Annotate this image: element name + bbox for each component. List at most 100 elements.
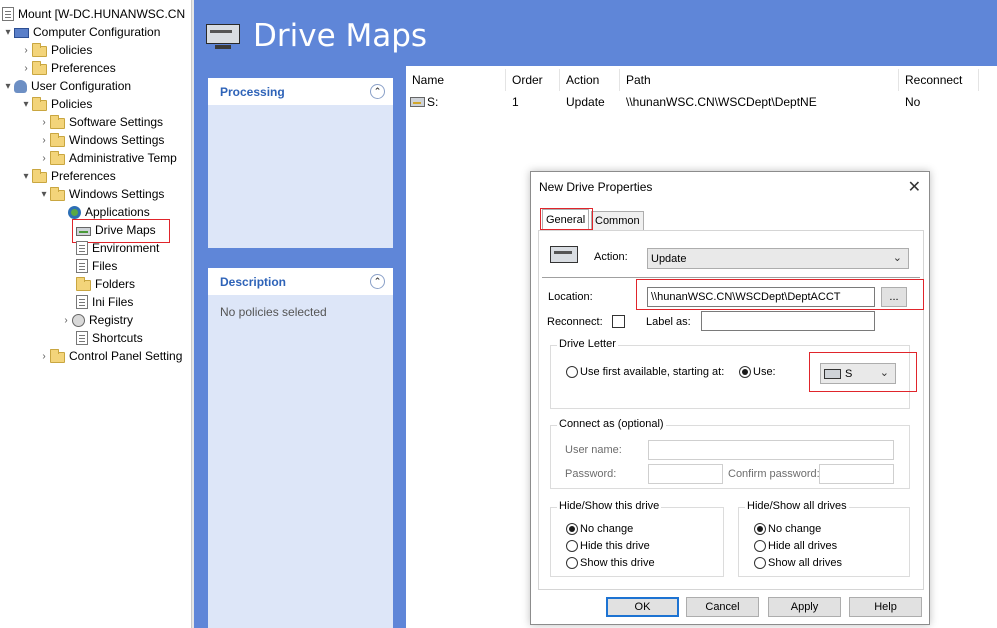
column-header-action[interactable]: Action	[560, 69, 620, 91]
hide-all-drives-radio[interactable]	[754, 540, 766, 552]
tree-item-cc-preferences[interactable]: › Preferences	[20, 59, 116, 77]
confirm-password-label: Confirm password:	[728, 468, 820, 480]
row-action: Update	[566, 95, 605, 109]
drive-icon	[410, 97, 425, 107]
description-panel: Description ⌃ No policies selected	[208, 268, 393, 628]
row-name-cell: S:	[410, 93, 438, 111]
tree-item-administrative-templates[interactable]: › Administrative Temp	[38, 149, 177, 167]
collapsed-arrow-icon[interactable]: ›	[60, 311, 72, 329]
expand-arrow-icon[interactable]: ▾	[20, 167, 32, 185]
hide-show-drive-group: Hide/Show this drive No change Hide this…	[550, 500, 724, 577]
ini-file-icon	[76, 295, 88, 309]
collapsed-arrow-icon[interactable]: ›	[38, 131, 50, 149]
hide-this-drive-radio[interactable]	[566, 540, 578, 552]
page-title: Drive Maps	[253, 18, 428, 54]
tree-item-label: Environment	[92, 241, 160, 255]
action-select[interactable]: Update ⌄	[647, 248, 909, 269]
hide-show-all-no-change-radio[interactable]	[754, 523, 766, 535]
tree-item-windows-settings[interactable]: › Windows Settings	[38, 131, 164, 149]
show-all-drives-radio[interactable]	[754, 557, 766, 569]
control-panel-icon	[50, 348, 65, 363]
tree-item-computer-configuration[interactable]: ▾ Computer Configuration	[2, 23, 160, 41]
description-header[interactable]: Description ⌃	[208, 268, 393, 295]
environment-icon	[76, 241, 88, 255]
folder-icon	[50, 150, 65, 165]
processing-header[interactable]: Processing ⌃	[208, 78, 393, 105]
collapsed-arrow-icon[interactable]: ›	[38, 149, 50, 167]
tree-item-label: Shortcuts	[92, 331, 143, 345]
drive-letter-title: Drive Letter	[557, 338, 618, 350]
tree-item-registry[interactable]: › Registry	[60, 311, 133, 329]
processing-panel: Processing ⌃	[208, 78, 393, 248]
tree-item-label: Policies	[51, 43, 93, 57]
hide-show-all-option: Hide all drives	[768, 540, 838, 552]
collapse-up-icon[interactable]: ⌃	[370, 274, 385, 289]
hide-show-all-group: Hide/Show all drives No change Hide all …	[738, 500, 910, 577]
column-header-order[interactable]: Order	[506, 69, 560, 91]
tree-item-label: Administrative Temp	[69, 151, 177, 165]
help-button[interactable]: Help	[849, 597, 922, 617]
user-icon	[14, 79, 27, 93]
tree-item-uc-policies[interactable]: ▾ Policies	[20, 95, 92, 113]
hide-show-drive-title: Hide/Show this drive	[557, 500, 662, 512]
drive-icon	[550, 246, 578, 263]
confirm-password-input[interactable]	[819, 464, 894, 484]
column-header-reconnect[interactable]: Reconnect	[899, 69, 979, 91]
tree-item-shortcuts[interactable]: Shortcuts	[76, 329, 143, 347]
tree-item-environment[interactable]: Environment	[76, 239, 159, 257]
use-radio[interactable]	[739, 366, 751, 378]
tree-item-control-panel-settings[interactable]: › Control Panel Setting	[38, 347, 182, 365]
show-this-drive-radio[interactable]	[566, 557, 578, 569]
expand-arrow-icon[interactable]: ▾	[20, 95, 32, 113]
registry-icon	[72, 313, 85, 327]
label-as-input[interactable]	[701, 311, 875, 331]
collapsed-arrow-icon[interactable]: ›	[38, 113, 50, 131]
new-drive-properties-dialog: New Drive Properties ✕ General Common Ac…	[530, 171, 930, 625]
hide-show-all-option: No change	[768, 523, 822, 535]
tree-root[interactable]: Mount [W-DC.HUNANWSC.CN	[2, 5, 185, 23]
tree-item-label: Ini Files	[92, 295, 134, 309]
tree-item-cc-policies[interactable]: › Policies	[20, 41, 92, 59]
expand-arrow-icon[interactable]: ▾	[2, 77, 14, 95]
password-input[interactable]	[648, 464, 723, 484]
collapse-up-icon[interactable]: ⌃	[370, 84, 385, 99]
apply-button[interactable]: Apply	[768, 597, 841, 617]
console-tree: Mount [W-DC.HUNANWSC.CN ▾ Computer Confi…	[0, 0, 191, 628]
row-path: \\hunanWSC.CN\WSCDept\DeptNE	[626, 95, 817, 109]
collapsed-arrow-icon[interactable]: ›	[38, 347, 50, 365]
folder-icon	[76, 276, 91, 291]
divider	[542, 277, 920, 278]
expand-arrow-icon[interactable]: ▾	[2, 23, 14, 41]
use-first-available-radio[interactable]	[566, 366, 578, 378]
tree-item-ini-files[interactable]: Ini Files	[76, 293, 133, 311]
tab-common[interactable]: Common	[591, 211, 644, 230]
tree-item-folders[interactable]: Folders	[76, 275, 135, 293]
tree-item-user-configuration[interactable]: ▾ User Configuration	[2, 77, 131, 95]
drive-letter-highlight	[809, 352, 917, 392]
connect-as-group: Connect as (optional) User name: Passwor…	[550, 418, 910, 489]
use-label: Use:	[753, 366, 776, 378]
tree-item-pref-windows-settings[interactable]: ▾ Windows Settings	[38, 185, 164, 203]
hide-show-drive-option: Hide this drive	[580, 540, 650, 552]
collapsed-arrow-icon[interactable]: ›	[20, 59, 32, 77]
tree-item-files[interactable]: Files	[76, 257, 117, 275]
folder-icon	[32, 60, 47, 75]
reconnect-checkbox[interactable]	[612, 315, 625, 328]
hide-show-drive-no-change-radio[interactable]	[566, 523, 578, 535]
column-header-name[interactable]: Name	[406, 69, 506, 91]
processing-title: Processing	[220, 84, 285, 99]
row-order: 1	[512, 95, 519, 109]
folder-icon	[32, 168, 47, 183]
tree-item-label: Control Panel Setting	[69, 349, 183, 363]
close-icon[interactable]: ✕	[908, 177, 921, 197]
computer-icon	[14, 27, 29, 38]
tree-item-uc-preferences[interactable]: ▾ Preferences	[20, 167, 116, 185]
cancel-button[interactable]: Cancel	[686, 597, 759, 617]
column-header-path[interactable]: Path	[620, 69, 899, 91]
expand-arrow-icon[interactable]: ▾	[38, 185, 50, 203]
tree-item-software-settings[interactable]: › Software Settings	[38, 113, 163, 131]
ok-button[interactable]: OK	[606, 597, 679, 617]
tree-item-label: Folders	[95, 277, 136, 291]
collapsed-arrow-icon[interactable]: ›	[20, 41, 32, 59]
user-name-input[interactable]	[648, 440, 894, 460]
